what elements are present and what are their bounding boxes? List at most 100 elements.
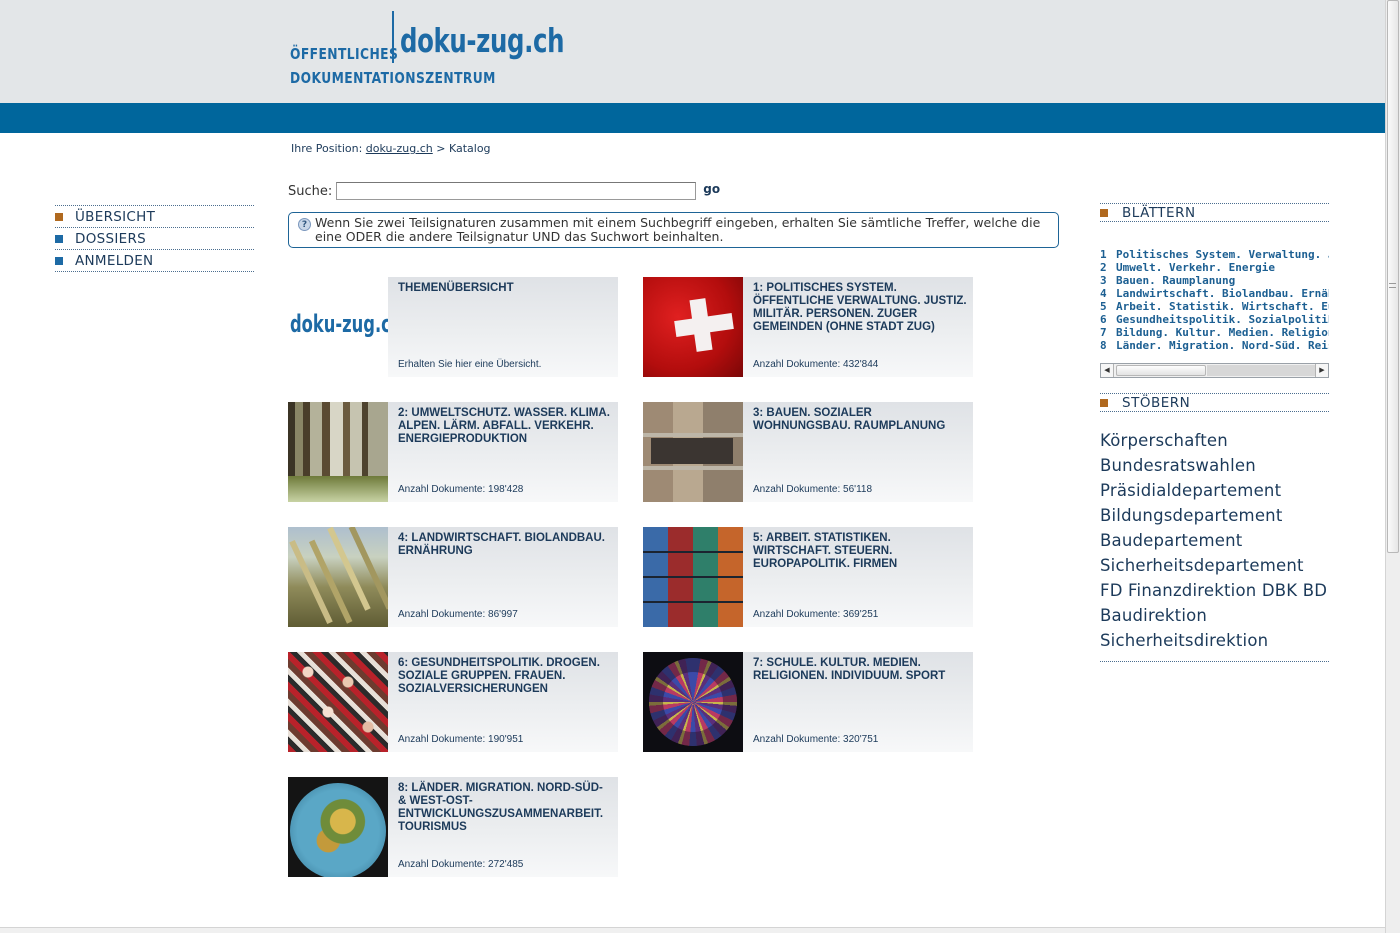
breadcrumb: Ihre Position: doku-zug.ch > Katalog (291, 142, 491, 155)
left-navigation: ÜBERSICHT DOSSIERS ANMELDEN (55, 205, 254, 272)
search-info-text: Wenn Sie zwei Teilsignaturen zusammen mi… (315, 215, 1041, 244)
nav-item-dossiers[interactable]: DOSSIERS (55, 228, 254, 250)
nav-item-uebersicht[interactable]: ÜBERSICHT (55, 206, 254, 228)
explore-link[interactable]: Sicherheitsdirektion (1100, 628, 1329, 653)
explore-link[interactable]: Körperschaften (1100, 428, 1329, 453)
scrollbar-grip-icon (1389, 283, 1396, 288)
browse-list: 1Politisches System. Verwaltung. Justiz … (1100, 248, 1329, 352)
topic-tile-overview[interactable]: doku-zug.ch THEMENÜBERSICHT Erhalten Sie… (288, 277, 618, 377)
tile-title: 1: POLITISCHES SYSTEM. ÖFFENTLICHE VERWA… (753, 282, 967, 333)
tile-title: 2: UMWELTSCHUTZ. WASSER. KLIMA. ALPEN. L… (398, 407, 610, 445)
explore-heading-label: STÖBERN (1122, 394, 1191, 411)
tile-title: 8: LÄNDER. MIGRATION. NORD-SÜD- & WEST-O… (398, 782, 604, 833)
forest-image (288, 402, 388, 502)
page: ÖFFENTLICHES DOKUMENTATIONSZENTRUM doku-… (0, 0, 1385, 933)
search-info-box: ? Wenn Sie zwei Teilsignaturen zusammen … (288, 212, 1059, 248)
browse-item[interactable]: 4Landwirtschaft. Biolandbau. Ernährung (1100, 287, 1329, 300)
topic-tile-5[interactable]: 5: ARBEIT. STATISTIKEN. WIRTSCHAFT. STEU… (643, 527, 973, 627)
rose-window-image (643, 652, 743, 752)
browse-item[interactable]: 5Arbeit. Statistik. Wirtschaft. Europapo… (1100, 300, 1329, 313)
tile-document-count: Anzahl Dokumente: 272'485 (398, 859, 524, 870)
nav-item-label: ANMELDEN (75, 252, 154, 269)
search-bar: Suche: go (288, 182, 720, 200)
browse-heading: BLÄTTERN (1100, 203, 1329, 222)
search-input[interactable] (336, 182, 697, 200)
logo-separator (392, 11, 394, 63)
browse-item[interactable]: 7Bildung. Kultur. Medien. Religion. Spor… (1100, 326, 1329, 339)
tile-title: 5: ARBEIT. STATISTIKEN. WIRTSCHAFT. STEU… (753, 532, 898, 570)
topic-tile-4[interactable]: 4: LANDWIRTSCHAFT. BIOLANDBAU. ERNÄHRUNG… (288, 527, 618, 627)
header-band (0, 0, 1385, 103)
tile-document-count: Anzahl Dokumente: 320'751 (753, 734, 879, 745)
nav-item-label: DOSSIERS (75, 230, 147, 247)
tile-document-count: Anzahl Dokumente: 56'118 (753, 484, 873, 495)
search-go-button[interactable]: go (703, 182, 720, 196)
wheat-image (288, 527, 388, 627)
explore-link[interactable]: Bildungsdepartement (1100, 503, 1329, 528)
doku-zug-logo-image: doku-zug.ch (288, 277, 388, 377)
tile-document-count: Anzahl Dokumente: 198'428 (398, 484, 524, 495)
browse-item[interactable]: 8 Länder. Migration. Nord-Süd. Reisen (1100, 339, 1329, 352)
globe-image (288, 777, 388, 877)
explore-divider (1100, 661, 1329, 662)
topic-tile-8[interactable]: 8: LÄNDER. MIGRATION. NORD-SÜD- & WEST-O… (288, 777, 618, 877)
tile-title: 3: BAUEN. SOZIALER WOHNUNGSBAU. RAUMPLAN… (753, 407, 946, 432)
scrollbar-thumb[interactable] (1387, 0, 1399, 553)
explore-link[interactable]: Präsidialdepartement (1100, 478, 1329, 503)
swiss-flag-image (643, 277, 743, 377)
nav-item-anmelden[interactable]: ANMELDEN (55, 250, 254, 272)
scroll-left-icon[interactable]: ◀ (1101, 364, 1114, 377)
scrollbar-track[interactable] (1207, 365, 1315, 376)
containers-image (643, 527, 743, 627)
explore-link[interactable]: FD Finanzdirektion DBK BD (1100, 578, 1329, 603)
explore-heading: STÖBERN (1100, 393, 1329, 412)
browse-heading-label: BLÄTTERN (1122, 204, 1196, 221)
tile-subtitle: Erhalten Sie hier eine Übersicht. (398, 359, 542, 370)
topic-tile-2[interactable]: 2: UMWELTSCHUTZ. WASSER. KLIMA. ALPEN. L… (288, 402, 618, 502)
browse-item[interactable]: 1Politisches System. Verwaltung. Justiz (1100, 248, 1329, 261)
topic-tile-3[interactable]: 3: BAUEN. SOZIALER WOHNUNGSBAU. RAUMPLAN… (643, 402, 973, 502)
breadcrumb-separator: > (436, 142, 446, 155)
page-vertical-scrollbar[interactable] (1385, 0, 1400, 933)
browse-item[interactable]: 2 Umwelt. Verkehr. Energie (1100, 261, 1329, 274)
search-label: Suche: (288, 183, 333, 199)
explore-links: Körperschaften Bundesratswahlen Präsidia… (1100, 428, 1329, 662)
browse-horizontal-scrollbar[interactable]: ◀ ▶ (1100, 363, 1329, 378)
header-blue-bar (0, 103, 1385, 133)
browse-item[interactable]: 3 Bauen. Raumplanung (1100, 274, 1329, 287)
explore-link[interactable]: Sicherheitsdepartement (1100, 553, 1329, 578)
tile-document-count: Anzahl Dokumente: 432'844 (753, 359, 879, 370)
heading-bullet-icon (1100, 208, 1108, 217)
breadcrumb-link-home[interactable]: doku-zug.ch (366, 142, 433, 155)
browse-section: BLÄTTERN (1100, 203, 1329, 222)
topic-tile-7[interactable]: 7: SCHULE. KULTUR. MEDIEN. RELIGIONEN. I… (643, 652, 973, 752)
site-logo[interactable]: ÖFFENTLICHES DOKUMENTATIONSZENTRUM doku-… (290, 11, 565, 91)
heading-bullet-icon (1100, 398, 1108, 407)
topic-tile-6[interactable]: 6: GESUNDHEITSPOLITIK. DROGEN. SOZIALE G… (288, 652, 618, 752)
tile-document-count: Anzahl Dokumente: 369'251 (753, 609, 879, 620)
logo-line-1: ÖFFENTLICHES (290, 45, 399, 63)
nav-bullet-icon (55, 256, 63, 265)
topic-tile-1[interactable]: 1: POLITISCHES SYSTEM. ÖFFENTLICHE VERWA… (643, 277, 973, 377)
breadcrumb-prefix: Ihre Position: (291, 142, 363, 155)
tile-document-count: Anzahl Dokumente: 86'997 (398, 609, 518, 620)
nav-bullet-icon (55, 212, 63, 221)
scroll-right-icon[interactable]: ▶ (1315, 364, 1328, 377)
nav-item-label: ÜBERSICHT (75, 208, 156, 225)
explore-link[interactable]: Baudepartement (1100, 528, 1329, 553)
browse-item[interactable]: 6Gesundheitspolitik. Sozialpolitik. Frau… (1100, 313, 1329, 326)
breadcrumb-current: Katalog (448, 142, 491, 155)
scrollbar-thumb[interactable] (1116, 365, 1206, 376)
logo-brand: doku-zug.ch (400, 21, 565, 60)
tile-title: 7: SCHULE. KULTUR. MEDIEN. RELIGIONEN. I… (753, 657, 946, 682)
tile-document-count: Anzahl Dokumente: 190'951 (398, 734, 524, 745)
explore-link[interactable]: Baudirektion (1100, 603, 1329, 628)
question-icon: ? (298, 218, 311, 231)
window-bottom-edge (0, 927, 1385, 933)
explore-link[interactable]: Bundesratswahlen (1100, 453, 1329, 478)
nav-bullet-icon (55, 234, 63, 243)
crowd-image (288, 652, 388, 752)
explore-section: STÖBERN (1100, 393, 1329, 412)
tile-title: 6: GESUNDHEITSPOLITIK. DROGEN. SOZIALE G… (398, 657, 600, 695)
brick-wall-image (643, 402, 743, 502)
